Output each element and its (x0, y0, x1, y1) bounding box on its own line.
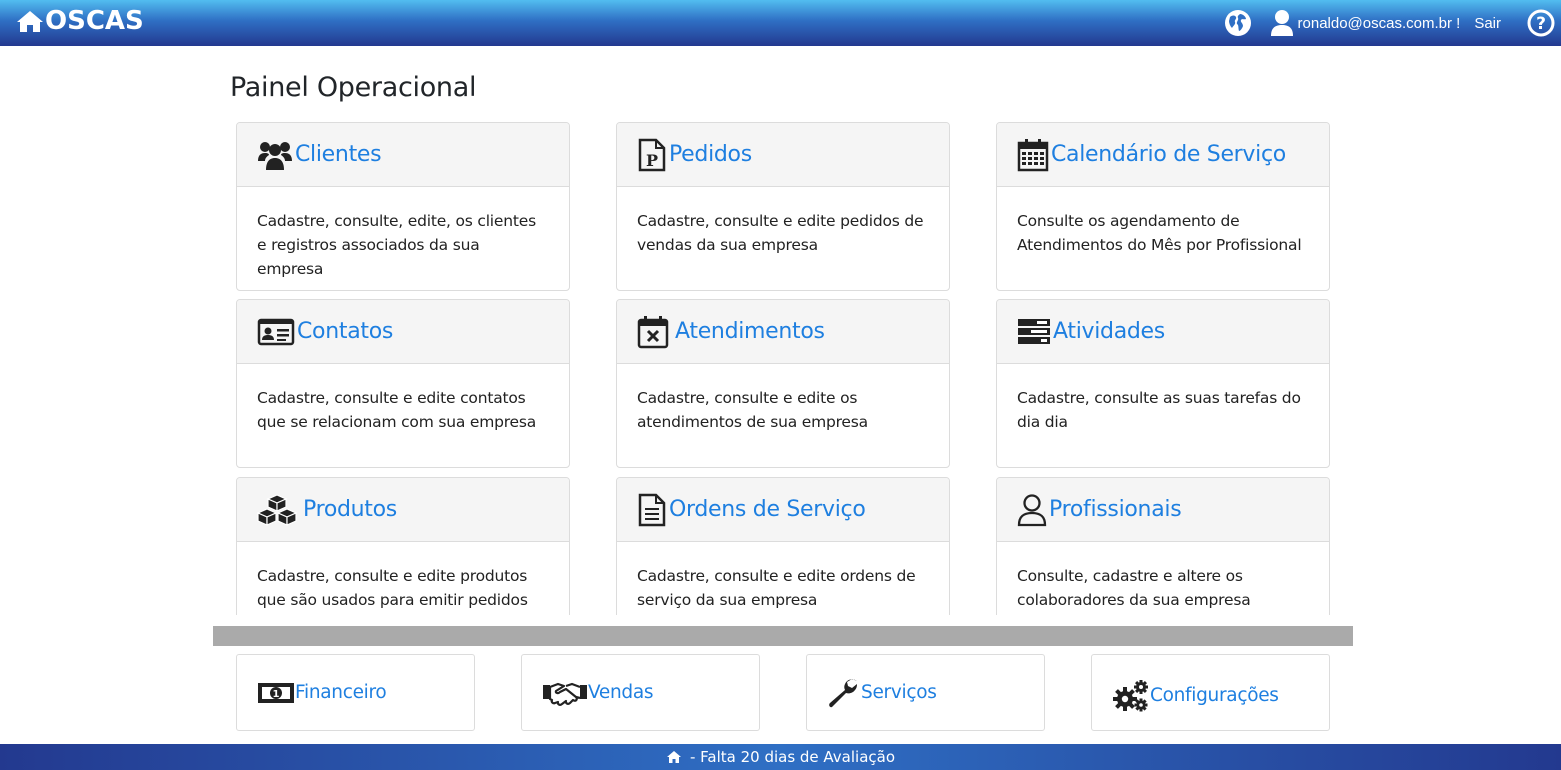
card-header: Atendimentos (617, 300, 949, 364)
help-icon[interactable]: ? (1527, 9, 1555, 37)
card-description: Cadastre, consulte as suas tarefas do di… (1017, 389, 1301, 431)
card-description: Consulte, cadastre e altere os colaborad… (1017, 567, 1251, 609)
top-navbar: OSCAS ronaldo@oscas.com.br ! Sair ? (0, 0, 1561, 46)
cards-scroll-area[interactable]: Clientes Cadastre, consulte, edite, os c… (213, 118, 1353, 615)
svg-text:?: ? (1536, 14, 1546, 34)
card-calendario[interactable]: Calendário de Serviço Consulte os agenda… (996, 122, 1330, 291)
module-configuracoes[interactable]: Configurações (1091, 654, 1330, 731)
user-outline-icon (1017, 493, 1047, 527)
users-icon (257, 139, 293, 171)
order-document-icon: P (637, 138, 667, 172)
user-icon (1270, 9, 1294, 37)
trial-notice: - Falta 20 dias de Avaliação (689, 748, 896, 766)
card-header: Calendário de Serviço (997, 123, 1329, 187)
handshake-icon (542, 679, 588, 707)
card-atendimentos[interactable]: Atendimentos Cadastre, consulte e edite … (616, 299, 950, 468)
calendar-x-icon (637, 315, 669, 349)
card-title[interactable]: Atendimentos (675, 319, 825, 344)
card-profissionais[interactable]: Profissionais Consulte, cadastre e alter… (996, 477, 1330, 615)
card-title[interactable]: Contatos (297, 319, 393, 344)
card-produtos[interactable]: Produtos Cadastre, consulte e edite prod… (236, 477, 570, 615)
home-icon (16, 9, 45, 33)
card-pedidos[interactable]: P Pedidos Cadastre, consulte e edite ped… (616, 122, 950, 291)
contact-card-icon (257, 317, 295, 347)
globe-icon[interactable] (1224, 9, 1252, 37)
logout-link[interactable]: Sair (1474, 15, 1501, 32)
card-header: Profissionais (997, 478, 1329, 542)
card-atividades[interactable]: Atividades Cadastre, consulte as suas ta… (996, 299, 1330, 468)
card-header: Contatos (237, 300, 569, 364)
card-header: Atividades (997, 300, 1329, 364)
page-title: Painel Operacional (230, 72, 477, 103)
brand-name: OSCAS (45, 6, 144, 36)
brand-link[interactable]: OSCAS (16, 6, 144, 36)
card-title[interactable]: Atividades (1053, 319, 1165, 344)
file-text-icon (637, 493, 667, 527)
card-contatos[interactable]: Contatos Cadastre, consulte e edite cont… (236, 299, 570, 468)
card-header: Produtos (237, 478, 569, 542)
card-clientes[interactable]: Clientes Cadastre, consulte, edite, os c… (236, 122, 570, 291)
card-description: Cadastre, consulte e edite ordens de ser… (637, 567, 916, 609)
card-title[interactable]: Clientes (295, 142, 382, 167)
module-label: Vendas (588, 682, 654, 703)
money-bill-icon: 1 (257, 680, 295, 706)
home-icon[interactable] (666, 750, 682, 764)
card-description: Cadastre, consulte e edite contatos que … (257, 389, 537, 431)
card-description: Cadastre, consulte e edite produtos que … (257, 567, 528, 609)
card-description: Cadastre, consulte e edite pedidos de ve… (637, 212, 924, 254)
tasks-icon (1017, 318, 1051, 346)
card-title[interactable]: Pedidos (669, 142, 752, 167)
calendar-icon (1017, 138, 1049, 172)
card-title[interactable]: Calendário de Serviço (1051, 142, 1286, 167)
module-label: Financeiro (295, 682, 387, 703)
module-servicos[interactable]: Serviços (806, 654, 1045, 731)
card-header: Clientes (237, 123, 569, 187)
module-label: Serviços (861, 682, 937, 703)
card-ordens-servico[interactable]: Ordens de Serviço Cadastre, consulte e e… (616, 477, 950, 615)
card-title[interactable]: Ordens de Serviço (669, 497, 866, 522)
svg-text:1: 1 (273, 689, 280, 700)
card-description: Cadastre, consulte, edite, os clientes e… (257, 212, 536, 278)
module-financeiro[interactable]: 1 Financeiro (236, 654, 475, 731)
card-title[interactable]: Profissionais (1049, 497, 1182, 522)
gears-icon (1112, 679, 1150, 713)
horizontal-scrollbar[interactable] (213, 626, 1353, 646)
card-description: Cadastre, consulte e edite os atendiment… (637, 389, 868, 431)
svg-text:P: P (646, 151, 658, 170)
card-description: Consulte os agendamento de Atendimentos … (1017, 212, 1302, 254)
user-email: ronaldo@oscas.com.br ! (1297, 14, 1461, 32)
module-vendas[interactable]: Vendas (521, 654, 760, 731)
footer-bar: - Falta 20 dias de Avaliação (0, 744, 1561, 770)
cubes-icon (257, 493, 297, 526)
card-header: Ordens de Serviço (617, 478, 949, 542)
card-header: P Pedidos (617, 123, 949, 187)
card-title[interactable]: Produtos (303, 497, 397, 522)
wrench-icon (827, 677, 861, 709)
module-label: Configurações (1150, 685, 1279, 706)
